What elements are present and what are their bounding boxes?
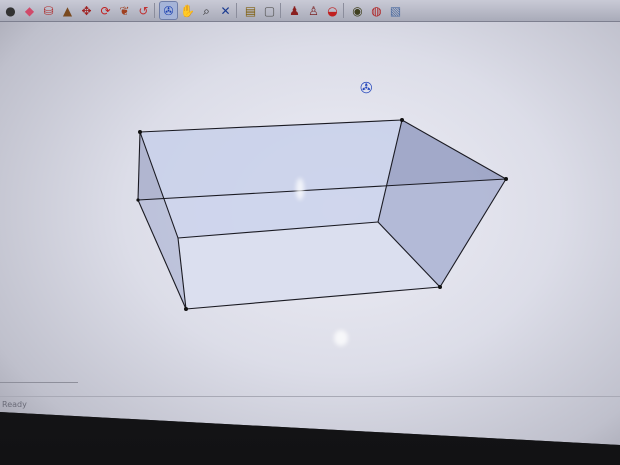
model-canvas bbox=[136, 118, 508, 311]
components-icon[interactable]: ◉ bbox=[349, 2, 366, 19]
toolbar-separator bbox=[236, 3, 240, 18]
paint-bucket-icon[interactable]: ⛁ bbox=[40, 2, 57, 19]
toolbar-separator bbox=[154, 3, 158, 18]
toolbar-separator bbox=[280, 3, 284, 18]
drawing-viewport[interactable]: ✇ bbox=[0, 22, 620, 382]
toolbar-separator bbox=[343, 3, 347, 18]
move-icon[interactable]: ✥ bbox=[78, 2, 95, 19]
styles-icon[interactable]: ▧ bbox=[387, 2, 404, 19]
zoom-icon[interactable]: ⌕ bbox=[198, 2, 215, 19]
materials-icon[interactable]: ◍ bbox=[368, 2, 385, 19]
offset-icon[interactable]: ↺ bbox=[135, 2, 152, 19]
front-face[interactable] bbox=[138, 179, 506, 309]
pan-icon[interactable]: ✋ bbox=[179, 2, 196, 19]
rotate-icon[interactable]: ⟳ bbox=[97, 2, 114, 19]
orbit-cursor-icon: ✇ bbox=[360, 79, 373, 97]
eraser-icon[interactable]: ◆ bbox=[21, 2, 38, 19]
push-pull-icon[interactable]: ▲ bbox=[59, 2, 76, 19]
orbit-icon[interactable]: ✇ bbox=[159, 1, 178, 20]
toolbar: ● ◆ ⛁ ▲ ✥ ⟳ ❦ ↺ ✇ ✋ ⌕ ✕ ▤ ▢ ♟ ♙ ◒ ◉ ◍ ▧ bbox=[0, 0, 620, 22]
circle-tool-icon[interactable]: ● bbox=[2, 2, 19, 19]
measurements-box-divider bbox=[0, 382, 78, 383]
screen-glare bbox=[334, 330, 348, 346]
walk-icon[interactable]: ♟ bbox=[286, 2, 303, 19]
position-camera-icon[interactable]: ♙ bbox=[305, 2, 322, 19]
follow-me-icon[interactable]: ❦ bbox=[116, 2, 133, 19]
status-bar: Ready bbox=[0, 396, 620, 412]
get-models-icon[interactable]: ▤ bbox=[242, 2, 259, 19]
screen-glare bbox=[296, 178, 304, 200]
look-around-icon[interactable]: ◒ bbox=[324, 2, 341, 19]
status-text: Ready bbox=[2, 400, 27, 409]
zoom-extents-icon[interactable]: ✕ bbox=[217, 2, 234, 19]
share-model-icon[interactable]: ▢ bbox=[261, 2, 278, 19]
